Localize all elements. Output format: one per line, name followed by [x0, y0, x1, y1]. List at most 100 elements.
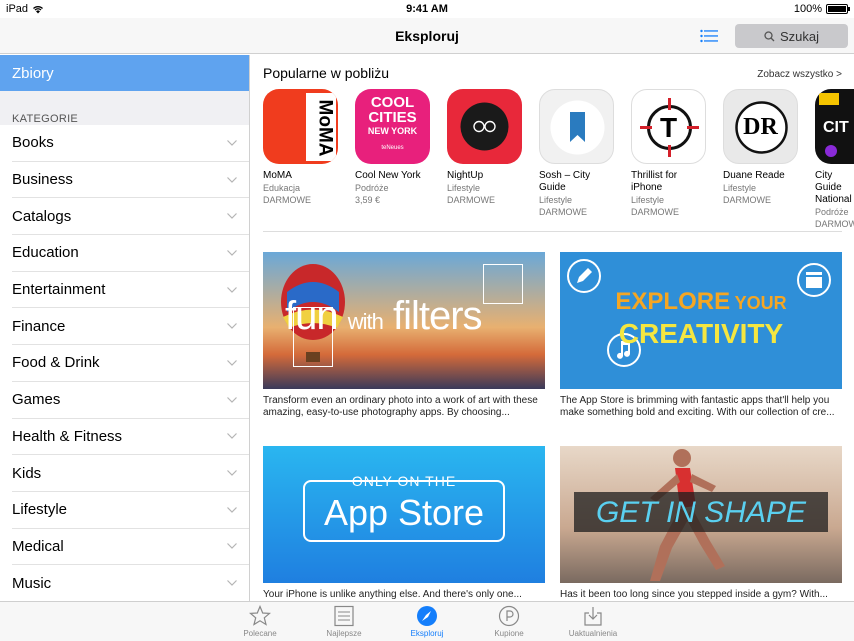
app-icon-sosh[interactable] [539, 89, 614, 164]
app-price: DARMOWE [723, 195, 771, 205]
chevron-down-icon [227, 580, 237, 586]
app-name: NightUp [447, 170, 484, 181]
chevron-down-icon [227, 470, 237, 476]
purchased-icon [498, 605, 520, 627]
title-word: EXPLORE [615, 288, 731, 315]
status-bar: iPad 9:41 AM 100% [0, 0, 854, 18]
chevron-down-icon [227, 176, 237, 183]
app-name: City Guide National [815, 170, 852, 205]
tab-updates[interactable]: Uaktualnienia [558, 605, 628, 638]
sidebar-item-category[interactable]: Entertainment [12, 272, 249, 309]
sidebar: Zbiory KATEGORIE Books Business Catalogs Ed… [0, 55, 250, 601]
sidebar-item-category[interactable]: Catalogs [12, 198, 249, 236]
sidebar-item-collections[interactable]: Zbiory [0, 55, 249, 91]
sidebar-item-label: Music [12, 574, 52, 592]
see-all-link[interactable]: Zobacz wszystko > [757, 69, 842, 80]
app-icon-city-guide[interactable]: CIT [815, 89, 854, 164]
app-category: Podróże [355, 183, 389, 193]
sidebar-item-label: Catalogs [12, 207, 72, 225]
app-icon-thrillist[interactable]: T [631, 89, 706, 164]
battery-icon [826, 4, 850, 14]
title-word: filters [392, 294, 483, 338]
title-word: with [347, 309, 384, 334]
tab-featured[interactable]: Polecane [225, 605, 295, 638]
banner-title: fun with filters [285, 294, 483, 339]
app-category: Lifestyle [447, 183, 481, 193]
app-tile[interactable]: CIT City Guide National Podróże DARMOWE [815, 89, 854, 230]
app-category: Podróże [815, 207, 849, 217]
tab-bar: Polecane Najlepsze Eksploruj Kupione Uak… [0, 601, 854, 641]
banner-image[interactable]: ONLY ON THE App Store [263, 446, 545, 583]
sidebar-item-category[interactable]: Finance [12, 308, 249, 346]
app-icon-duane-reade[interactable]: DR [723, 89, 798, 164]
banner-title: App Store [323, 492, 485, 533]
banner-fun-with-filters[interactable]: fun with filters Transform even an ordin… [263, 252, 545, 419]
banner-get-in-shape[interactable]: GET IN SHAPE Has it been too long since … [560, 446, 842, 601]
city-guide-icon-text: CIT [823, 119, 849, 136]
chevron-down-icon [227, 323, 237, 330]
icon-text: CITIES [368, 109, 417, 126]
popular-heading: Popularne w pobliżu [263, 65, 390, 81]
app-tile[interactable]: MoMA MoMA Edukacja DARMOWE [263, 89, 343, 206]
banner-explore-creativity[interactable]: EXPLORE YOUR CREATIVITY The App Store is… [560, 252, 842, 419]
nav-bar: Eksploruj Szukaj [0, 18, 854, 54]
app-icon-moma[interactable]: MoMA [263, 89, 338, 164]
banner-only-on-app-store[interactable]: ONLY ON THE App Store Your iPhone is unl… [263, 446, 545, 601]
sidebar-item-category[interactable]: Kids [12, 455, 249, 492]
banner-title: GET IN SHAPE [595, 496, 807, 529]
banner-image[interactable]: fun with filters [263, 252, 545, 389]
app-name: Thrillist for iPhone [631, 170, 678, 193]
sidebar-item-category[interactable]: Health & Fitness [12, 419, 249, 456]
sidebar-item-label: Finance [12, 317, 66, 335]
chevron-down-icon [227, 249, 237, 256]
app-icon-cool-new-york[interactable]: COOL CITIES NEW YORK teNeues [355, 89, 430, 164]
sidebar-item-category[interactable]: Books [12, 125, 249, 162]
tab-purchased[interactable]: Kupione [474, 605, 544, 638]
compass-icon [417, 606, 437, 626]
app-tile[interactable]: T Thrillist for iPhone Lifestyle DARMOWE [631, 89, 711, 218]
tab-label: Eksploruj [410, 629, 444, 638]
banner-description: The App Store is brimming with fantastic… [560, 395, 835, 418]
banner-description: Has it been too long since you stepped i… [560, 589, 828, 600]
sidebar-item-category[interactable]: Music [12, 565, 249, 601]
app-tile[interactable]: Sosh – City Guide Lifestyle DARMOWE [539, 89, 619, 218]
search-label: Szukaj [779, 28, 820, 44]
status-right: 100% [793, 3, 850, 15]
tab-top-charts[interactable]: Najlepsze [309, 605, 379, 638]
popular-apps-row: MoMA MoMA Edukacja DARMOWE COOL CITIES N… [263, 89, 854, 229]
sidebar-item-label: Food & Drink [12, 354, 100, 372]
banner-image[interactable]: GET IN SHAPE [560, 446, 842, 583]
sidebar-item-category[interactable]: Food & Drink [12, 345, 249, 382]
banner-image[interactable]: EXPLORE YOUR CREATIVITY [560, 252, 842, 389]
chevron-down-icon [227, 506, 237, 513]
app-category: Lifestyle [631, 195, 665, 205]
title-word: CREATIVITY [618, 318, 784, 349]
status-time: 9:41 AM [406, 3, 448, 15]
app-tile[interactable]: DR Duane Reade Lifestyle DARMOWE [723, 89, 803, 206]
list-view-icon[interactable] [700, 29, 718, 43]
icon-text: COOL [370, 94, 415, 111]
tab-explore[interactable]: Eksploruj [392, 605, 462, 638]
chevron-down-icon [227, 286, 237, 293]
tab-label: Uaktualnienia [568, 629, 618, 638]
battery-percent: 100% [793, 3, 822, 15]
banner-subtitle: ONLY ON THE [351, 473, 457, 489]
sidebar-item-category[interactable]: Business [12, 162, 249, 199]
sidebar-item-category[interactable]: Lifestyle [12, 492, 249, 529]
sidebar-item-category[interactable]: Medical [12, 529, 249, 566]
sidebar-item-label: Kids [12, 464, 42, 482]
search-button[interactable]: Szukaj [735, 24, 848, 48]
sidebar-item-category[interactable]: Education [12, 235, 249, 272]
app-tile[interactable]: NightUp Lifestyle DARMOWE [447, 89, 527, 206]
app-icon-nightup[interactable] [447, 89, 522, 164]
sidebar-item-label: Entertainment [12, 281, 106, 299]
chevron-down-icon [227, 360, 237, 366]
chevron-down-icon [227, 543, 237, 550]
download-icon [584, 607, 602, 626]
sidebar-item-label: Education [12, 244, 79, 262]
app-tile[interactable]: COOL CITIES NEW YORK teNeues Cool New Yo… [355, 89, 435, 206]
sidebar-item-category[interactable]: Games [12, 382, 249, 419]
app-price: 3,59 € [355, 195, 381, 205]
sidebar-item-label: Books [12, 134, 54, 152]
icon-text: teNeues [381, 145, 404, 151]
